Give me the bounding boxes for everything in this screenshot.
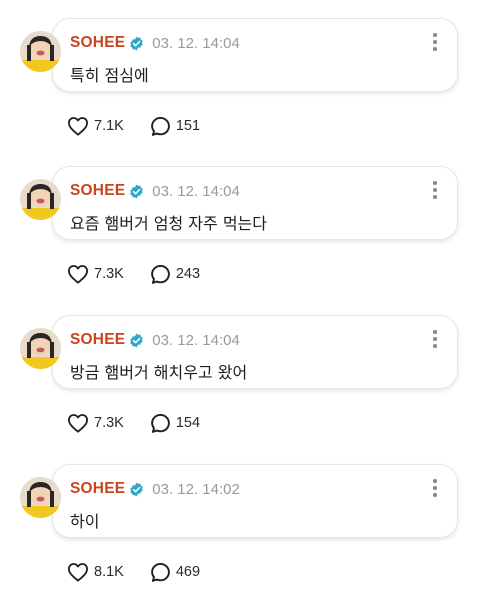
post: SOHEE 03. 12. 14:04 방금 햄버거 해치우고 왔어 7.3K — [0, 315, 480, 463]
like-count: 7.1K — [94, 118, 124, 134]
avatar[interactable] — [20, 31, 61, 72]
avatar[interactable] — [20, 328, 61, 369]
avatar[interactable] — [20, 179, 61, 220]
heart-icon — [67, 264, 89, 284]
message-bubble[interactable]: SOHEE 03. 12. 14:02 하이 — [52, 464, 458, 538]
message-feed: SOHEE 03. 12. 14:04 특히 점심에 7.1K 151 SOHE… — [0, 0, 480, 605]
comment-button[interactable]: 469 — [150, 562, 200, 583]
verified-badge-icon — [129, 333, 144, 348]
post-actions: 8.1K 469 — [67, 559, 226, 585]
post-date: 03. 12. 14:04 — [152, 331, 240, 349]
author-name[interactable]: SOHEE — [70, 480, 125, 498]
more-vertical-icon[interactable] — [429, 33, 441, 55]
post-date: 03. 12. 14:04 — [152, 182, 240, 200]
post-meta: SOHEE 03. 12. 14:02 — [70, 480, 240, 498]
like-count: 7.3K — [94, 266, 124, 282]
verified-badge-icon — [129, 184, 144, 199]
post: SOHEE 03. 12. 14:04 특히 점심에 7.1K 151 — [0, 18, 480, 166]
comment-button[interactable]: 243 — [150, 264, 200, 285]
comment-count: 243 — [175, 266, 201, 282]
heart-icon — [67, 562, 89, 582]
message-text: 하이 — [70, 512, 100, 531]
author-name[interactable]: SOHEE — [70, 182, 125, 200]
author-name[interactable]: SOHEE — [70, 331, 125, 349]
heart-icon — [67, 116, 89, 136]
like-button[interactable]: 7.3K — [67, 413, 124, 433]
more-vertical-icon[interactable] — [429, 181, 441, 203]
post-meta: SOHEE 03. 12. 14:04 — [70, 182, 240, 200]
like-count: 7.3K — [94, 415, 124, 431]
heart-icon — [67, 413, 89, 433]
post-actions: 7.1K 151 — [67, 113, 226, 139]
comment-bubble-icon — [150, 413, 171, 434]
comment-count: 469 — [175, 564, 201, 580]
comment-button[interactable]: 151 — [150, 116, 200, 137]
comment-bubble-icon — [150, 264, 171, 285]
like-button[interactable]: 7.3K — [67, 264, 124, 284]
comment-button[interactable]: 154 — [150, 413, 200, 434]
post-meta: SOHEE 03. 12. 14:04 — [70, 34, 240, 52]
post: SOHEE 03. 12. 14:04 요즘 햄버거 엄청 자주 먹는다 7.3… — [0, 166, 480, 314]
message-bubble[interactable]: SOHEE 03. 12. 14:04 요즘 햄버거 엄청 자주 먹는다 — [52, 166, 458, 240]
author-name[interactable]: SOHEE — [70, 34, 125, 52]
message-bubble[interactable]: SOHEE 03. 12. 14:04 특히 점심에 — [52, 18, 458, 92]
post-date: 03. 12. 14:02 — [152, 480, 240, 498]
comment-bubble-icon — [150, 116, 171, 137]
comment-bubble-icon — [150, 562, 171, 583]
message-text: 특히 점심에 — [70, 66, 149, 85]
post-date: 03. 12. 14:04 — [152, 34, 240, 52]
more-vertical-icon[interactable] — [429, 479, 441, 501]
message-text: 방금 햄버거 해치우고 왔어 — [70, 363, 248, 382]
avatar[interactable] — [20, 477, 61, 518]
more-vertical-icon[interactable] — [429, 330, 441, 352]
comment-count: 154 — [175, 415, 201, 431]
post-meta: SOHEE 03. 12. 14:04 — [70, 331, 240, 349]
like-count: 8.1K — [94, 564, 124, 580]
verified-badge-icon — [129, 36, 144, 51]
post-actions: 7.3K 243 — [67, 261, 226, 287]
message-text: 요즘 햄버거 엄청 자주 먹는다 — [70, 214, 267, 233]
comment-count: 151 — [175, 118, 201, 134]
like-button[interactable]: 8.1K — [67, 562, 124, 582]
verified-badge-icon — [129, 482, 144, 497]
message-bubble[interactable]: SOHEE 03. 12. 14:04 방금 햄버거 해치우고 왔어 — [52, 315, 458, 389]
post-actions: 7.3K 154 — [67, 410, 226, 436]
post: SOHEE 03. 12. 14:02 하이 8.1K 469 — [0, 464, 480, 605]
like-button[interactable]: 7.1K — [67, 116, 124, 136]
